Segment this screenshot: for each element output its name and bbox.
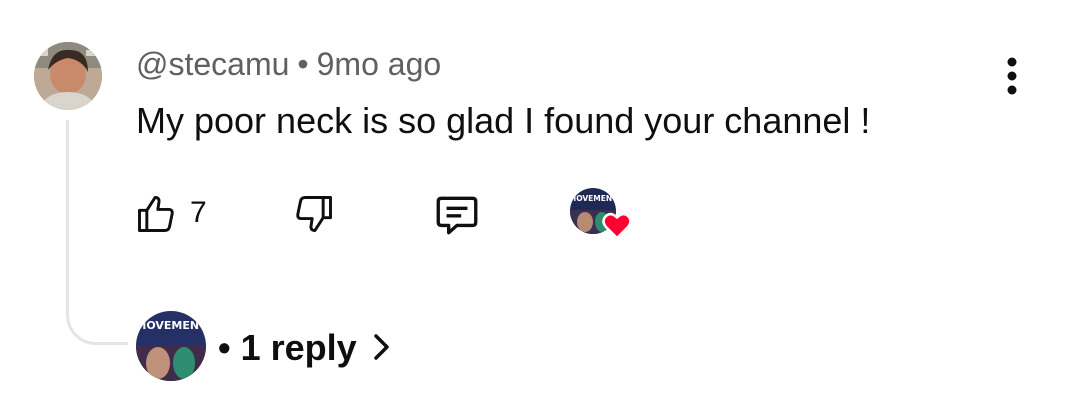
- replies-count: 1 reply: [240, 327, 357, 368]
- more-vert-icon: [1007, 57, 1017, 95]
- comment-author[interactable]: @stecamu: [136, 46, 289, 82]
- creator-heart: MOVEMENT: [570, 188, 632, 242]
- like-count: 7: [190, 196, 207, 229]
- commenter-avatar[interactable]: [34, 42, 102, 110]
- reply-icon: [436, 196, 478, 235]
- reply-button[interactable]: [432, 190, 482, 240]
- heart-icon: [602, 212, 632, 240]
- comment-meta: @stecamu • 9mo ago: [136, 46, 441, 83]
- thumb-down-icon: [296, 196, 332, 232]
- thumb-up-icon: [138, 196, 174, 232]
- meta-separator: •: [297, 46, 309, 82]
- reply-avatar-text: MOVEMENT: [136, 319, 206, 332]
- replies-label: • 1 reply: [218, 327, 357, 369]
- chevron-right-icon: [372, 331, 392, 363]
- replies-separator: •: [218, 327, 231, 368]
- like-button[interactable]: [134, 192, 178, 236]
- heart-badge: [602, 212, 632, 240]
- comment-text: My poor neck is so glad I found your cha…: [136, 100, 871, 141]
- thread-line: [66, 120, 128, 345]
- comment-time: 9mo ago: [316, 46, 442, 82]
- more-options-button[interactable]: [996, 56, 1028, 96]
- dislike-button[interactable]: [292, 192, 336, 236]
- reply-author-avatar: MOVEMENT: [136, 311, 206, 381]
- creator-avatar-text: MOVEMENT: [570, 194, 616, 203]
